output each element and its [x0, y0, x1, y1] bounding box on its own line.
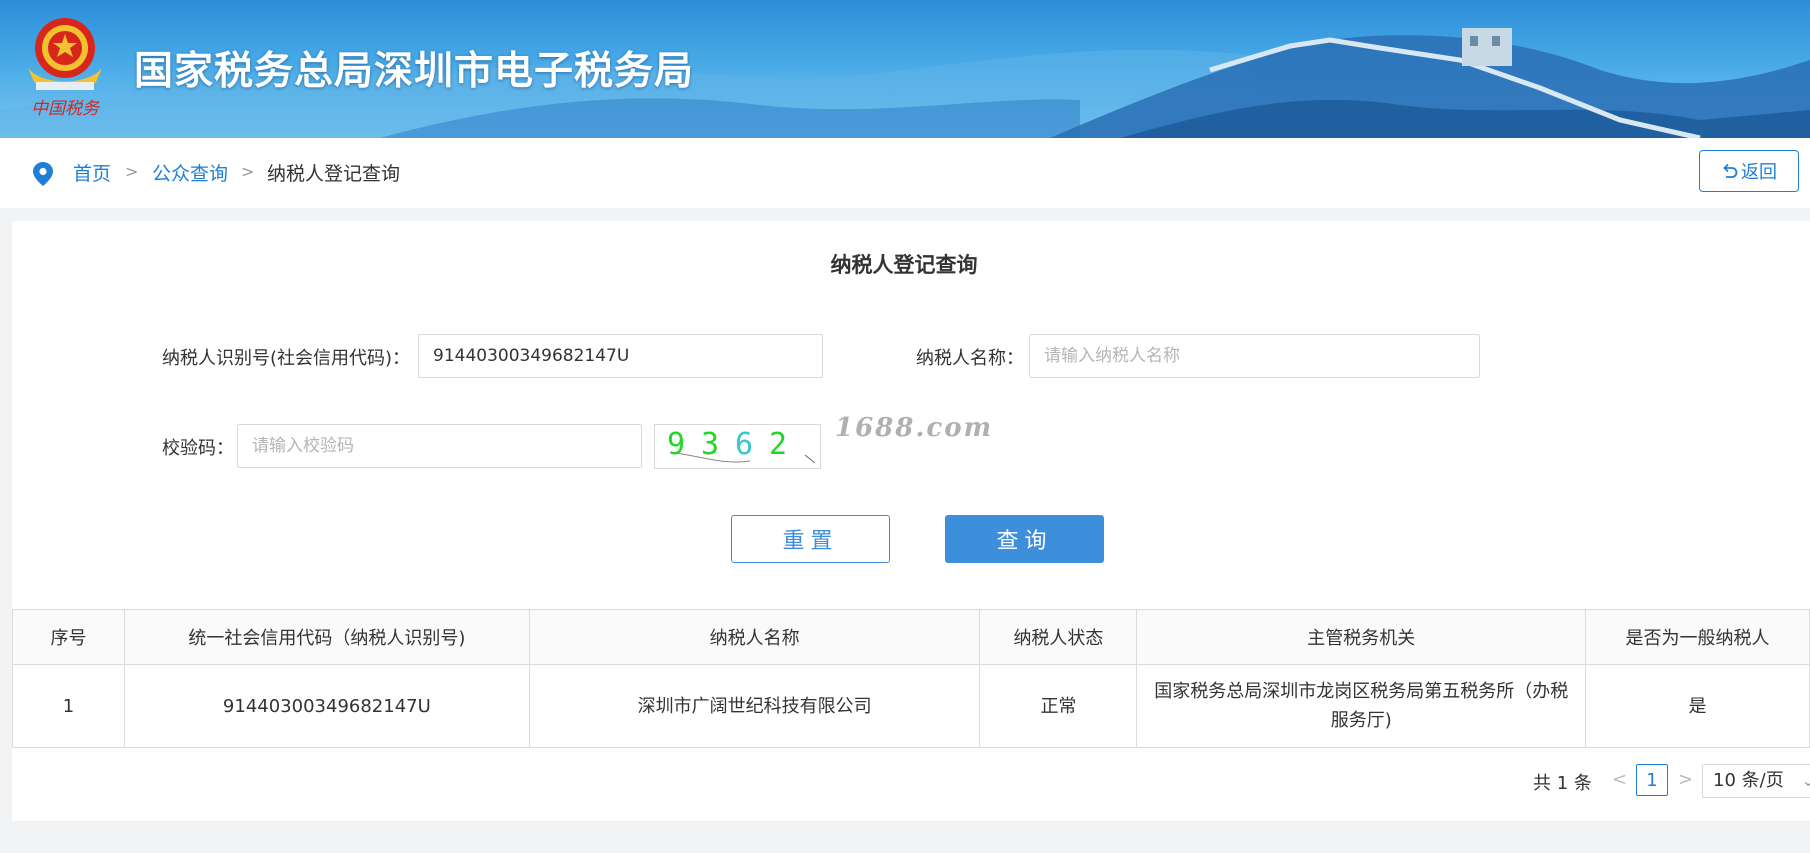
next-page-icon[interactable]: > — [1678, 769, 1693, 790]
column-header-taxpayer-name: 纳税人名称 — [528, 609, 981, 665]
cell-status: 正常 — [979, 664, 1138, 748]
location-pin-icon — [33, 162, 53, 186]
reset-button[interactable]: 重置 — [731, 515, 890, 563]
cell-index: 1 — [12, 664, 125, 748]
cell-credit-code: 91440300349682147U — [123, 664, 530, 748]
table-row: 1 91440300349682147U 深圳市广阔世纪科技有限公司 正常 国家… — [12, 664, 1810, 748]
captcha-input[interactable] — [237, 424, 642, 468]
captcha-char: 9 — [667, 427, 686, 462]
breadcrumb-current: 纳税人登记查询 — [267, 163, 401, 185]
national-emblem-logo: 中国税务 — [28, 18, 102, 119]
query-panel: 纳税人登记查询 纳税人识别号(社会信用代码)： 纳税人名称： 校验码： 9 3 … — [12, 221, 1810, 821]
back-button-label: 返回 — [1741, 162, 1777, 183]
page-number-button[interactable]: 1 — [1636, 764, 1668, 796]
column-header-index: 序号 — [12, 609, 125, 665]
taxpayer-name-label: 纳税人名称： — [916, 348, 1024, 369]
breadcrumb-bar: 首页 > 公众查询 > 纳税人登记查询 返回 — [0, 138, 1810, 208]
captcha-char: 6 — [735, 427, 754, 462]
prev-page-icon[interactable]: < — [1612, 769, 1627, 790]
column-header-status: 纳税人状态 — [979, 609, 1138, 665]
breadcrumb-home-link[interactable]: 首页 — [73, 159, 111, 186]
site-title: 国家税务总局深圳市电子税务局 — [134, 49, 695, 94]
breadcrumb-separator: > — [125, 162, 139, 181]
column-header-general-taxpayer: 是否为一般纳税人 — [1585, 609, 1810, 665]
breadcrumb-public-query-link[interactable]: 公众查询 — [152, 159, 228, 186]
captcha-label: 校验码： — [162, 438, 234, 459]
captcha-char: 2 — [769, 427, 788, 462]
captcha-image[interactable]: 9 3 6 2 — [654, 424, 821, 469]
query-button[interactable]: 查询 — [945, 515, 1104, 563]
site-banner: 中国税务 国家税务总局深圳市电子税务局 — [0, 0, 1810, 138]
form-title: 纳税人登记查询 — [830, 253, 978, 277]
taxpayer-id-label: 纳税人识别号(社会信用代码)： — [162, 348, 411, 369]
cell-taxpayer-name: 深圳市广阔世纪科技有限公司 — [528, 664, 981, 748]
page-size-select[interactable]: 10 条/页 ⌄ — [1702, 764, 1810, 798]
captcha-char: 3 — [701, 427, 720, 462]
svg-text:中国税务: 中国税务 — [31, 99, 101, 119]
taxpayer-id-input[interactable] — [418, 334, 823, 378]
cell-tax-authority: 国家税务总局深圳市龙岗区税务局第五税务所（办税服务厅) — [1136, 664, 1587, 748]
table-header-row: 序号 统一社会信用代码（纳税人识别号) 纳税人名称 纳税人状态 主管税务机关 是… — [12, 609, 1810, 665]
page-size-value: 10 条/页 — [1713, 770, 1784, 791]
chevron-down-icon: ⌄ — [1801, 771, 1810, 790]
pagination-total: 共 1 条 — [1533, 773, 1592, 794]
undo-arrow-icon — [1723, 163, 1738, 178]
column-header-tax-authority: 主管税务机关 — [1136, 609, 1587, 665]
cell-general-taxpayer: 是 — [1585, 664, 1810, 748]
column-header-credit-code: 统一社会信用代码（纳税人识别号) — [123, 609, 530, 665]
result-table: 序号 统一社会信用代码（纳税人识别号) 纳税人名称 纳税人状态 主管税务机关 是… — [12, 609, 1810, 748]
breadcrumb-separator: > — [241, 162, 255, 181]
back-button[interactable]: 返回 — [1699, 150, 1799, 192]
taxpayer-name-input[interactable] — [1029, 334, 1480, 378]
watermark-text: 1688.com — [835, 413, 994, 443]
